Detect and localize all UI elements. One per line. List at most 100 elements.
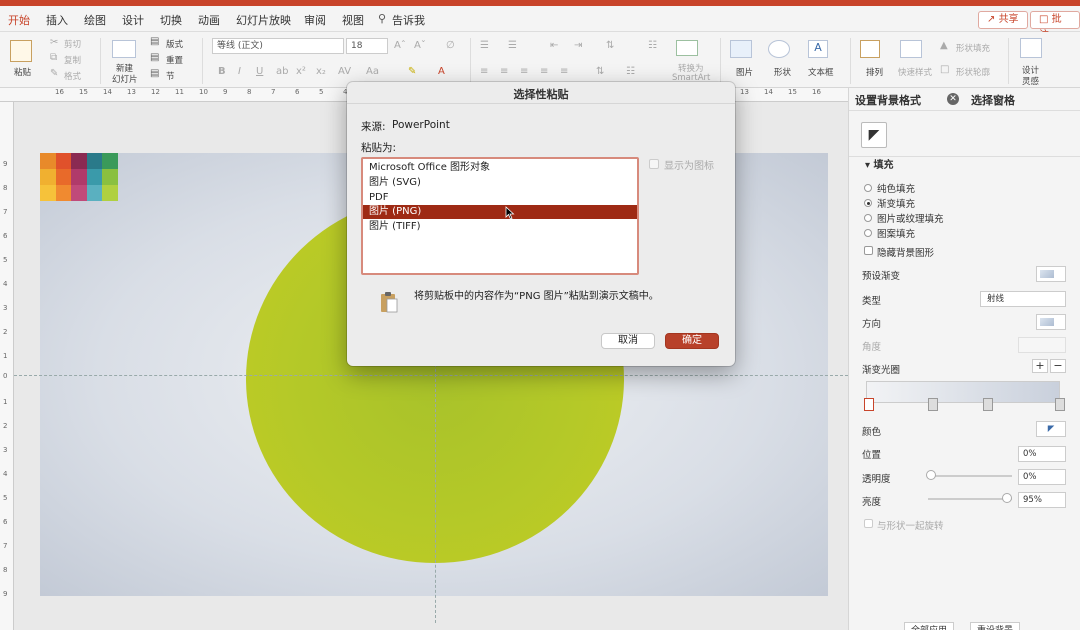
brightness-slider[interactable] (928, 498, 1012, 500)
superscript-icon[interactable]: x² (296, 66, 306, 77)
list-item[interactable]: 图片 (SVG) (363, 176, 637, 190)
direction-button[interactable] (1036, 314, 1066, 330)
solid-fill-label[interactable]: 纯色填充 (877, 181, 915, 195)
transparency-slider[interactable] (928, 475, 1012, 477)
gradient-bar[interactable] (866, 381, 1060, 403)
selection-pane-tab[interactable]: 选择窗格 (971, 92, 1015, 108)
reset-background-button[interactable]: 重设背景 (970, 622, 1021, 630)
tab-home[interactable]: 开始 (8, 12, 30, 34)
paint-bucket-icon[interactable]: ◤ (861, 122, 887, 148)
italic-icon[interactable]: I (238, 66, 241, 77)
justify-icon[interactable]: ≡ (540, 66, 548, 77)
gradient-stop[interactable] (1055, 398, 1065, 411)
columns-icon[interactable]: ☷ (648, 40, 657, 51)
tab-animations[interactable]: 动画 (198, 12, 220, 28)
distribute-icon[interactable]: ≡ (560, 66, 568, 77)
shape-fill-button[interactable]: 形状填充 (956, 42, 990, 54)
color-palette-image[interactable] (40, 153, 118, 201)
quick-styles-button[interactable]: 快速样式 (898, 66, 932, 78)
apply-all-button[interactable]: 全部应用 (904, 622, 955, 630)
radio-gradient-fill[interactable] (864, 199, 872, 207)
align-left-icon[interactable]: ≡ (480, 66, 488, 77)
add-stop-button[interactable]: + (1032, 359, 1048, 373)
tab-tell-me[interactable]: 告诉我 (392, 12, 425, 28)
position-input[interactable]: 0% (1018, 446, 1066, 462)
textbox-button[interactable]: 文本框 (808, 66, 834, 78)
numbering-icon[interactable]: ☰ (508, 40, 517, 51)
arrange-icon[interactable] (860, 40, 880, 58)
tab-view[interactable]: 视图 (342, 12, 364, 28)
line-spacing-icon[interactable]: ⇅ (606, 40, 614, 51)
gradient-stop[interactable] (864, 398, 874, 411)
gradient-stop[interactable] (928, 398, 938, 411)
layout-button[interactable]: 版式 (166, 38, 183, 50)
new-slide-icon[interactable] (112, 40, 136, 58)
radio-pattern-fill[interactable] (864, 229, 872, 237)
shape-outline-button[interactable]: 形状轮廓 (956, 66, 990, 78)
tab-review[interactable]: 审阅 (304, 12, 326, 28)
close-icon[interactable]: ✕ (947, 93, 959, 105)
format-painter-button[interactable]: 格式 (64, 70, 81, 82)
picture-fill-label[interactable]: 图片或纹理填充 (877, 211, 944, 225)
shapes-icon[interactable] (768, 40, 790, 58)
type-select[interactable]: 射线 (980, 291, 1066, 307)
copy-button[interactable]: 复制 (64, 54, 81, 66)
char-spacing-icon[interactable]: AV (338, 66, 351, 77)
list-item[interactable]: Microsoft Office 图形对象 (363, 161, 637, 175)
textbox-icon[interactable]: A (808, 40, 828, 58)
quick-styles-icon[interactable] (900, 40, 922, 58)
align-right-icon[interactable]: ≡ (520, 66, 528, 77)
transparency-input[interactable]: 0% (1018, 469, 1066, 485)
rotate-with-shape-label[interactable]: 与形状一起旋转 (877, 518, 944, 532)
cut-button[interactable]: 剪切 (64, 38, 81, 50)
grow-font-icon[interactable]: Aˆ (394, 40, 406, 51)
align-center-icon[interactable]: ≡ (500, 66, 508, 77)
radio-solid-fill[interactable] (864, 184, 872, 192)
display-as-icon-checkbox[interactable] (649, 159, 659, 169)
ok-button[interactable]: 确定 (665, 333, 719, 349)
color-picker-button[interactable]: ◤ (1036, 421, 1066, 437)
picture-icon[interactable] (730, 40, 752, 58)
clear-format-icon[interactable]: ∅ (446, 40, 455, 51)
comments-button[interactable]: □ 批注 (1030, 11, 1080, 41)
bold-icon[interactable]: B (218, 66, 226, 77)
preset-gradient-button[interactable] (1036, 266, 1066, 282)
display-as-icon-label[interactable]: 显示为图标 (664, 157, 714, 172)
decrease-indent-icon[interactable]: ⇤ (550, 40, 558, 51)
rotate-with-shape-checkbox[interactable] (864, 519, 873, 528)
designer-icon[interactable] (1020, 38, 1042, 58)
font-name-select[interactable]: 等线 (正文) (212, 38, 344, 54)
section-button[interactable]: 节 (166, 70, 175, 82)
fill-section-header[interactable]: ▾ 填充 (849, 156, 1080, 174)
hide-bg-checkbox[interactable] (864, 246, 873, 255)
subscript-icon[interactable]: x₂ (316, 66, 326, 77)
font-color-icon[interactable]: A (438, 66, 445, 77)
tab-slideshow[interactable]: 幻灯片放映 (236, 12, 291, 28)
font-size-select[interactable]: 18 (346, 38, 388, 54)
paste-as-list[interactable]: Microsoft Office 图形对象 图片 (SVG) PDF 图片 (P… (361, 157, 639, 275)
tab-draw[interactable]: 绘图 (84, 12, 106, 28)
list-item[interactable]: PDF (363, 191, 637, 205)
share-button[interactable]: ↗ 共享 (978, 11, 1028, 29)
radio-picture-fill[interactable] (864, 214, 872, 222)
tab-transitions[interactable]: 切换 (160, 12, 182, 28)
list-item[interactable]: 图片 (TIFF) (363, 220, 637, 234)
text-direction-icon[interactable]: ⇅ (596, 66, 604, 77)
change-case-icon[interactable]: Aa (366, 66, 379, 77)
arrange-button[interactable]: 排列 (866, 66, 883, 78)
new-slide-label-2[interactable]: 幻灯片 (112, 73, 138, 85)
smartart-icon[interactable] (676, 40, 698, 56)
paste-label[interactable]: 粘贴 (14, 66, 31, 78)
increase-indent-icon[interactable]: ⇥ (574, 40, 582, 51)
hide-bg-label[interactable]: 隐藏背景图形 (877, 245, 934, 259)
underline-icon[interactable]: U (256, 66, 263, 77)
paste-icon[interactable] (10, 40, 32, 62)
highlight-icon[interactable]: ✎ (408, 66, 416, 77)
cancel-button[interactable]: 取消 (601, 333, 655, 349)
list-item-selected[interactable]: 图片 (PNG) (363, 205, 637, 219)
reset-button[interactable]: 重置 (166, 54, 183, 66)
strikethrough-icon[interactable]: ab (276, 66, 288, 77)
remove-stop-button[interactable]: − (1050, 359, 1066, 373)
brightness-input[interactable]: 95% (1018, 492, 1066, 508)
designer-label-2[interactable]: 灵感 (1022, 75, 1039, 87)
